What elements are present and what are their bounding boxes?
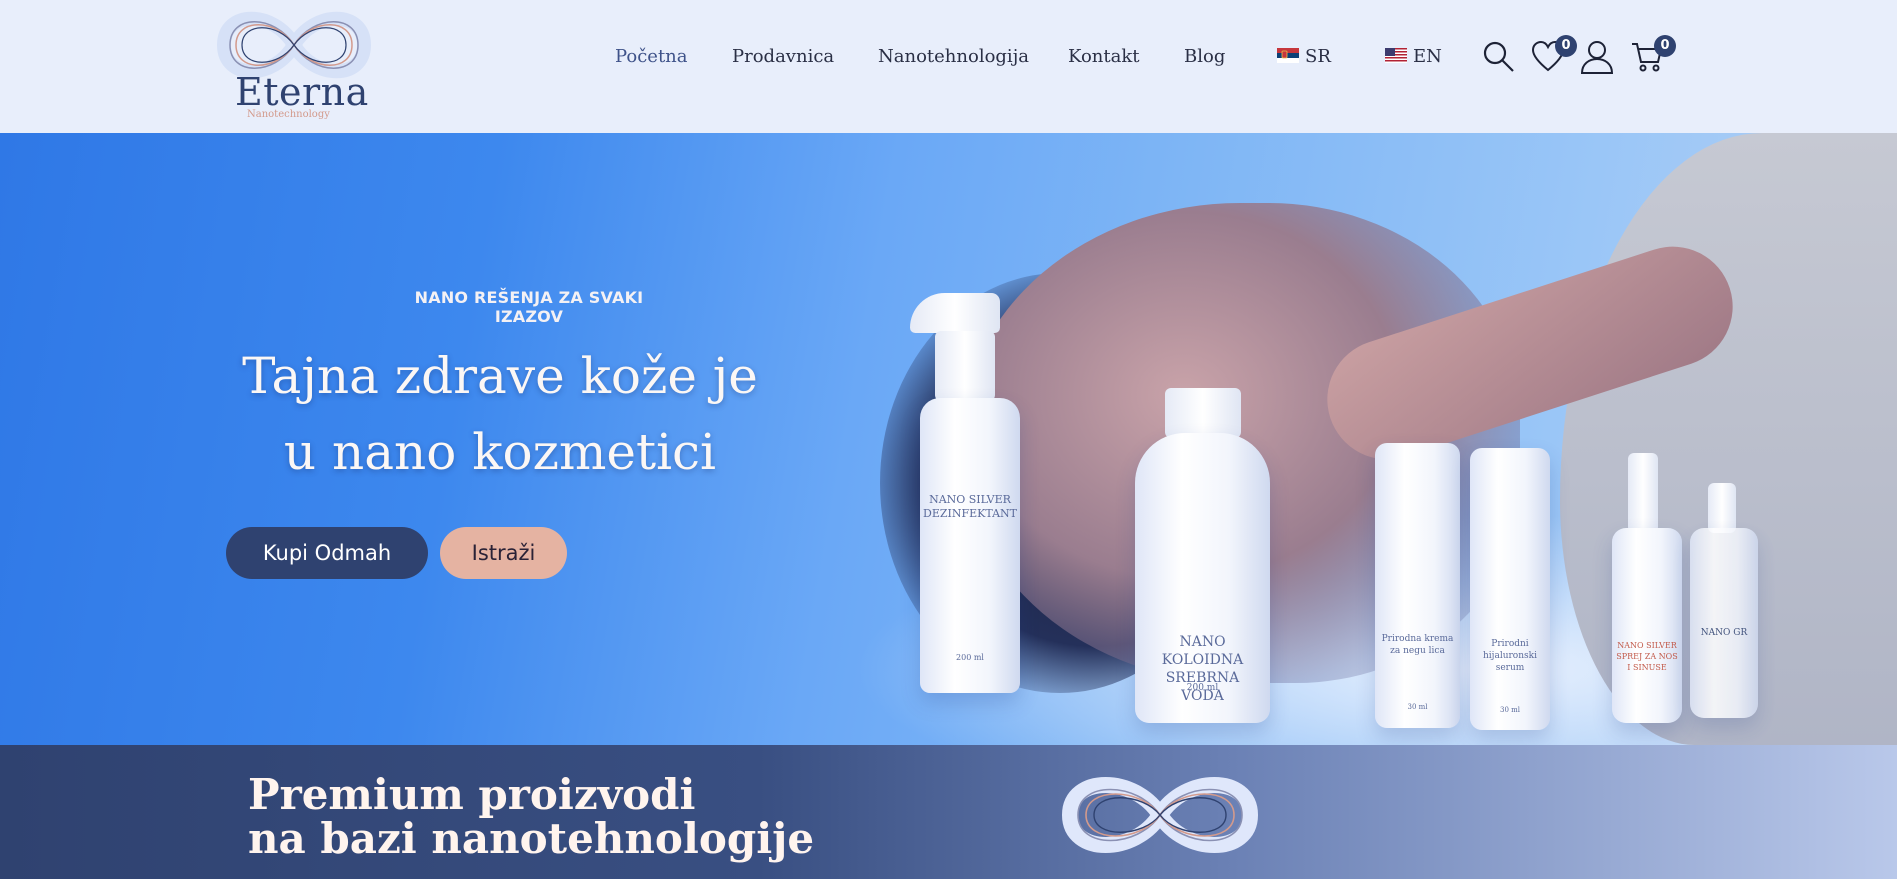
product-label-5: NANO SILVER SPREJ ZA NOS I SINUSE [1616,641,1678,672]
product-label-3: Prirodna krema za negu lica [1381,634,1454,656]
nasal-nozzle [1628,453,1658,533]
brand-tagline: Nanotechnology [247,109,330,120]
product-label-1: NANO SILVER DEZINFEKTANT [923,493,1017,520]
product-volume-4: 30 ml [1499,706,1520,714]
user-icon [1580,41,1614,74]
wishlist-button[interactable]: 0 [1531,35,1577,74]
band-title-line-1: Premium proizvodi [248,770,696,819]
nav-item-blog[interactable]: Blog [1184,46,1225,67]
hero-kicker: NANO REŠENJA ZA SVAKI IZAZOV [414,288,644,326]
band-title-line-2: na bazi nanotehnologije [248,814,815,863]
language-en[interactable]: EN [1385,46,1442,67]
product-volume-1: 200 ml [956,653,984,662]
infinity-logo-mark [1061,777,1259,853]
explore-button[interactable]: Istraži [440,527,567,579]
cart-count-badge: 0 [1654,35,1676,57]
account-button[interactable] [1580,40,1614,74]
product-label-2: NANO KOLOIDNA SREBRNA VODA [1161,634,1244,704]
nav-item-prodavnica[interactable]: Prodavnica [732,46,834,67]
hero-banner: NANO SILVER DEZINFEKTANT 200 ml 200 ml N… [0,133,1897,745]
colloidal-bottle-body: 200 ml NANO KOLOIDNA SREBRNA VODA [1135,433,1270,723]
hero-title: Tajna zdrave kože je u nano kozmetici [242,347,758,481]
language-en-label: EN [1413,46,1442,67]
search-icon [1483,41,1514,72]
premium-products-band: Premium proizvodi na bazi nanotehnologij… [0,745,1897,879]
usa-flag-icon [1385,48,1407,63]
partial-bottle-body: NANO GR [1690,528,1758,718]
product-hyaluronic-serum: Prirodni hijaluronski serum 30 ml [1470,448,1550,730]
spray-bottle-body: NANO SILVER DEZINFEKTANT 200 ml [920,398,1020,693]
product-label-6: NANO GR [1700,628,1748,638]
buy-now-button[interactable]: Kupi Odmah [226,527,428,579]
language-sr-label: SR [1305,46,1331,67]
brand-name[interactable]: Eterna [235,70,369,114]
serbia-flag-icon [1277,48,1299,63]
colloidal-cap [1165,388,1241,438]
product-volume-3: 30 ml [1407,703,1428,711]
product-face-cream: Prirodna krema za negu lica 30 ml [1375,443,1460,728]
site-header: Eterna Nanotechnology Početna Prodavnica… [0,0,1897,133]
language-sr[interactable]: SR [1277,46,1331,67]
nasal-bottle-body: NANO SILVER SPREJ ZA NOS I SINUSE [1612,528,1682,723]
wishlist-count-badge: 0 [1555,35,1577,57]
spray-trigger-head [910,293,1000,333]
cart-button[interactable]: 0 [1630,35,1676,74]
nav-item-pocetna[interactable]: Početna [615,46,688,67]
search-button[interactable] [1482,40,1516,74]
partial-nozzle [1708,483,1736,533]
nav-item-nanotehnologija[interactable]: Nanotehnologija [878,46,1029,67]
product-label-4: Prirodni hijaluronski serum [1483,639,1537,673]
nav-item-kontakt[interactable]: Kontakt [1068,46,1140,67]
band-title: Premium proizvodi na bazi nanotehnologij… [248,773,814,861]
spray-neck [935,331,995,401]
